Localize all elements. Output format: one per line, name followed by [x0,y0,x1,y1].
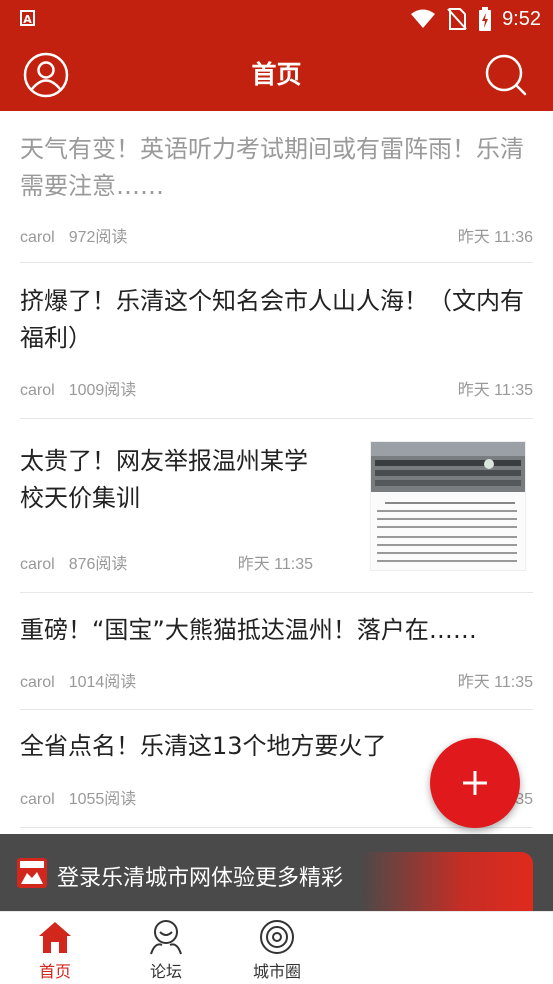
article-reads: 1055阅读 [68,791,137,808]
article-meta: carol 876阅读 [20,550,127,574]
tab-city-circle[interactable]: 城市圈 [237,912,317,984]
article-title: 重磅！“国宝”大熊猫抵达温州！落户在…… [20,616,477,644]
city-net-logo-mark [20,861,44,884]
article-reads: 1009阅读 [68,382,137,399]
search-icon[interactable] [483,52,529,98]
article-reads: 876阅读 [68,556,128,573]
app-notification-icon: A [20,10,35,26]
article-time: 昨天 11:36 [457,229,533,246]
clock: 9:52 [502,7,541,30]
city-net-logo [17,858,47,888]
tab-label: 首页 [38,962,71,981]
article-meta: carol 972阅读 [20,223,127,247]
article-reads: 1014阅读 [68,674,137,691]
article-reads: 972阅读 [68,229,128,246]
article-item[interactable]: 天气有变！英语听力考试期间或有雷阵雨！乐清需要注意…… carol 972阅读 昨… [20,111,533,263]
article-author: carol [20,556,55,573]
add-post-button[interactable] [430,738,520,828]
article-title: 天气有变！英语听力考试期间或有雷阵雨！乐清需要注意…… [20,135,524,200]
home-icon [39,922,71,953]
tab-label: 论坛 [149,962,182,981]
article-author: carol [20,674,55,691]
article-meta: carol 1009阅读 [20,376,136,400]
article-title: 太贵了！网友举报温州某学校天价集训 [20,447,308,512]
article-item[interactable]: 重磅！“国宝”大熊猫抵达温州！落户在…… carol 1014阅读 昨天 11:3… [20,593,533,710]
tab-home[interactable]: 首页 [15,912,95,984]
tab-forum[interactable]: 论坛 [126,912,206,984]
banner-text: 登录乐清城市网体验更多精彩 [57,866,344,891]
article-time: 昨天 11:35 [457,674,533,691]
battery-charging-icon [479,7,492,31]
status-indicators: 9:52 [410,6,541,32]
article-thumbnail [370,441,526,571]
tab-label: 城市圈 [252,962,301,981]
school-photo-image [371,442,525,562]
article-item[interactable]: 太贵了！网友举报温州某学校天价集训 carol 876阅读 昨天 11:35 [20,419,533,593]
article-item[interactable]: 挤爆了！乐清这个知名会市人山人海！（文内有福利） carol 1009阅读 昨天 … [20,263,533,419]
plus-icon [463,771,487,795]
forum-icon [150,920,182,955]
status-bar: A 9:52 [0,0,553,38]
city-circle-icon [260,920,294,954]
app-header: 首页 [0,38,553,111]
article-meta: carol 1055阅读 [20,785,136,809]
article-author: carol [20,791,55,808]
article-time: 昨天 11:35 [237,556,313,573]
page-title: 首页 [251,60,302,89]
article-author: carol [20,229,55,246]
wifi-icon [411,9,436,28]
article-title: 挤爆了！乐清这个知名会市人山人海！（文内有福利） [20,287,524,352]
article-time: 昨天 11:35 [457,382,533,399]
no-sim-icon [447,8,467,30]
article-meta: carol 1014阅读 [20,668,136,692]
bottom-tab-bar: 首页 论坛 城市圈 [0,911,553,984]
article-author: carol [20,382,55,399]
